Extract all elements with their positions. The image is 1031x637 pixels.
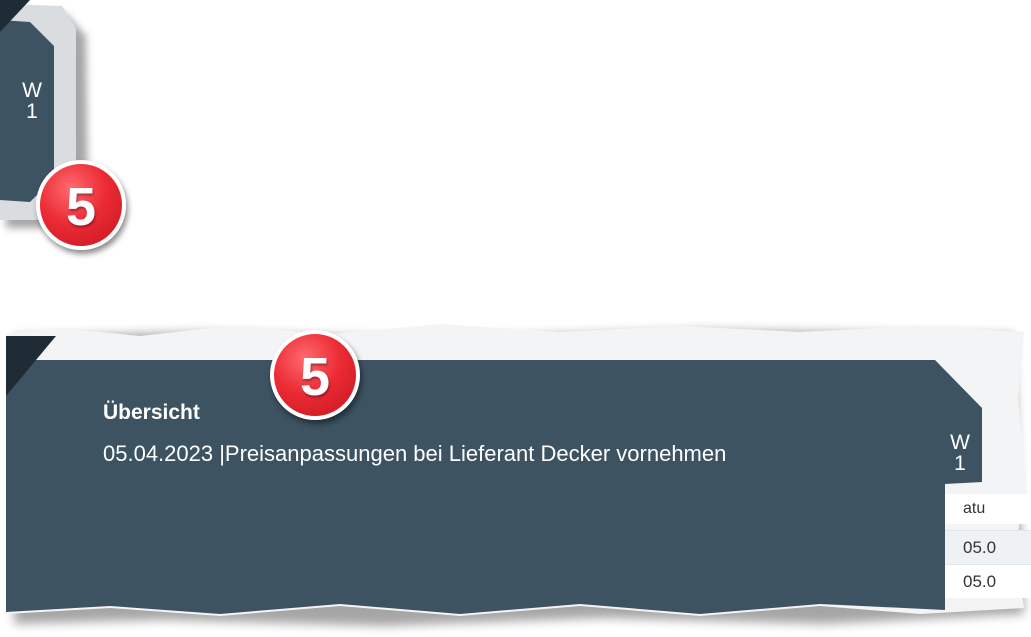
side-tab-number: 1 xyxy=(954,452,966,475)
side-tab-label[interactable]: W 1 xyxy=(940,432,980,474)
table-row[interactable]: 05.0 xyxy=(945,564,1031,598)
table-peek: atu 05.0 05.0 xyxy=(945,494,1031,614)
bottom-clip-frame xyxy=(6,324,1026,626)
step-badge-top: 5 xyxy=(36,160,126,250)
overview-subtitle: 05.04.2023 |Preisanpassungen bei Liefera… xyxy=(103,441,727,466)
top-tab-label[interactable]: W 1 xyxy=(14,80,50,122)
side-tab-letter: W xyxy=(950,431,970,454)
top-tab-letter: W xyxy=(22,79,42,102)
bottom-clip xyxy=(0,318,1031,637)
table-row[interactable]: 05.0 xyxy=(945,530,1031,564)
table-header-cell[interactable]: atu xyxy=(945,494,1031,524)
step-badge-bottom: 5 xyxy=(270,330,360,420)
top-tab-number: 1 xyxy=(26,100,38,123)
overview-title: Übersicht xyxy=(103,401,200,424)
